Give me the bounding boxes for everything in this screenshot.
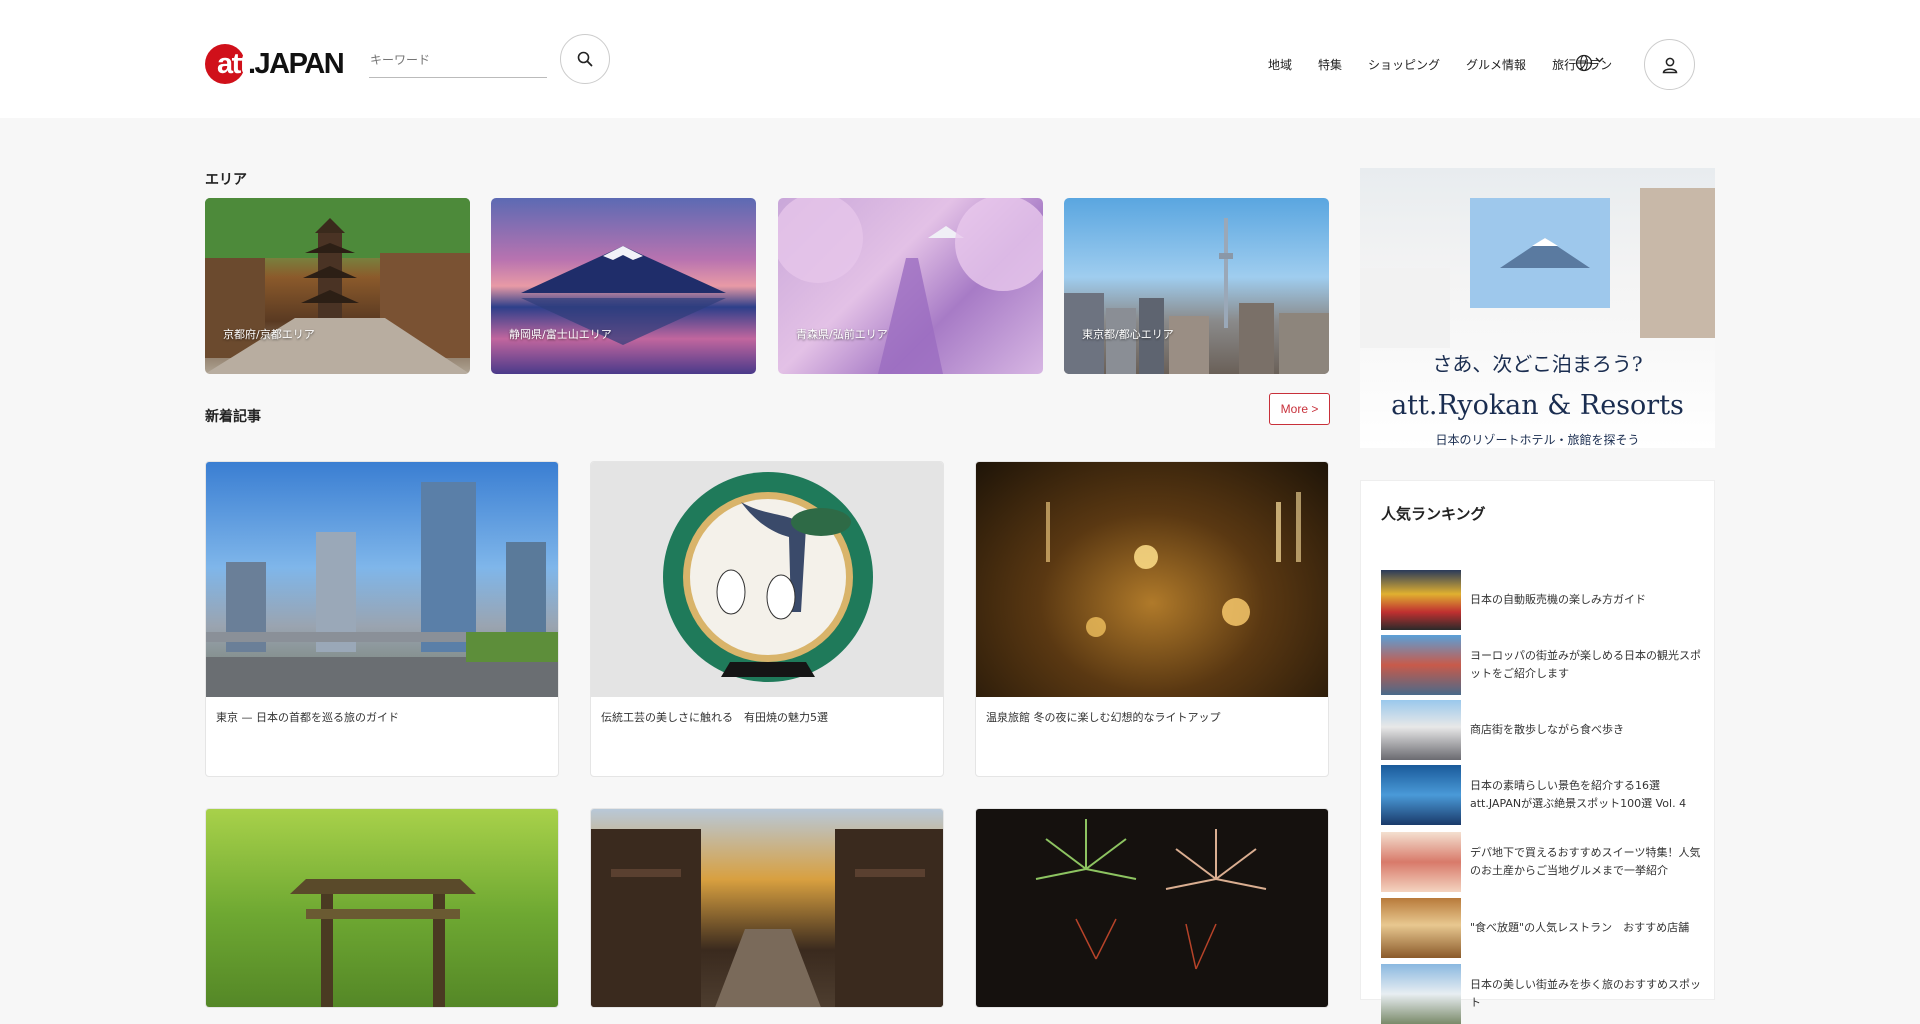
ranking-thumbnail [1381, 765, 1461, 825]
article-card[interactable]: 伝統工芸の美しさに触れる 有田焼の魅力5選 [590, 461, 944, 777]
ranking-item-title: ヨーロッパの街並みが楽しめる日本の観光スポットをご紹介します [1470, 649, 1701, 680]
site-header: att.JAPAN 地域 特集 ショッピング グルメ情報 旅行プラン [0, 0, 1920, 118]
search-input[interactable] [369, 48, 547, 78]
logo-text: att.JAPAN [217, 47, 345, 80]
language-selector[interactable] [1575, 53, 1607, 73]
ranking-panel: 人気ランキング 日本の自動販売機の楽しみ方ガイド ヨーロッパの街並みが楽しめる日… [1360, 480, 1715, 1024]
mount-fuji-image [521, 246, 726, 345]
area-card[interactable]: 青森県/弘前エリア [778, 198, 1043, 374]
ranking-item-title: デパ地下で買えるおすすめスイーツ特集！人気のお土産からご当地グルメまで一挙紹介 [1470, 846, 1701, 877]
area-card-label: 京都府/京都エリア [223, 328, 315, 341]
article-title: 東京 — 日本の首都を巡る旅のガイド [216, 711, 399, 724]
article-card[interactable] [975, 808, 1329, 1008]
ranking-item[interactable]: 日本の自動販売機の楽しみ方ガイド [1381, 570, 1701, 630]
tokyo-skyline-image [1064, 218, 1329, 374]
article-title: 温泉旅館 冬の夜に楽しむ幻想的なライトアップ [986, 711, 1221, 724]
nav-item-features[interactable]: 特集 [1318, 56, 1342, 73]
nav-item-region[interactable]: 地域 [1268, 56, 1292, 73]
areas-heading: エリア [205, 172, 247, 188]
ranking-thumbnail [1381, 964, 1461, 1024]
ad-subtitle: 日本のリゾートホテル・旅館を探そう [1435, 433, 1640, 447]
ranking-item-title: 日本の素晴らしい景色を紹介する16選att.JAPANが選ぶ絶景スポット100選… [1470, 779, 1687, 810]
ranking-thumbnail [1381, 635, 1461, 695]
ranking-thumbnail [1381, 898, 1461, 958]
area-card-label: 青森県/弘前エリア [796, 328, 888, 341]
chevron-down-icon [1595, 57, 1604, 62]
ranking-item[interactable]: 日本の美しい街並みを歩く旅のおすすめスポット [1381, 964, 1701, 1024]
article-title: 伝統工芸の美しさに触れる 有田焼の魅力5選 [601, 711, 828, 724]
cherry-blossom-image [778, 198, 1043, 374]
ranking-item[interactable]: デパ地下で買えるおすすめスイーツ特集！人気のお土産からご当地グルメまで一挙紹介 [1381, 832, 1701, 892]
article-image [591, 462, 943, 697]
account-button[interactable] [1644, 39, 1695, 90]
search-button[interactable] [560, 34, 610, 84]
article-card[interactable] [205, 808, 559, 1008]
article-image [206, 462, 558, 697]
ranking-heading: 人気ランキング [1381, 505, 1486, 523]
area-card[interactable]: 京都府/京都エリア [205, 198, 470, 374]
articles-heading: 新着記事 [205, 409, 261, 425]
area-card-label: 東京都/都心エリア [1082, 328, 1174, 341]
article-card[interactable]: 東京 — 日本の首都を巡る旅のガイド [205, 461, 559, 777]
ranking-item[interactable]: ヨーロッパの街並みが楽しめる日本の観光スポットをご紹介します [1381, 635, 1701, 695]
article-image [976, 809, 1328, 1007]
article-card[interactable] [590, 808, 944, 1008]
ranking-item-title: 商店街を散歩しながら食べ歩き [1470, 723, 1624, 736]
ranking-item[interactable]: 日本の素晴らしい景色を紹介する16選att.JAPANが選ぶ絶景スポット100選… [1381, 765, 1701, 825]
ad-banner[interactable]: さあ、次どこ泊まろう? att.Ryokan & Resorts 日本のリゾート… [1360, 168, 1715, 448]
area-card[interactable]: 東京都/都心エリア [1064, 198, 1329, 374]
nav-item-gourmet[interactable]: グルメ情報 [1466, 56, 1526, 73]
ranking-item-title: 日本の自動販売機の楽しみ方ガイド [1470, 593, 1646, 606]
pagoda-image [205, 198, 470, 374]
search-icon [577, 51, 593, 67]
ranking-item-title: "食べ放題"の人気レストラン おすすめ店舗 [1470, 921, 1690, 934]
ranking-thumbnail [1381, 570, 1461, 630]
globe-icon [1575, 54, 1593, 72]
area-card-label: 静岡県/富士山エリア [509, 328, 612, 341]
article-image [591, 809, 943, 1007]
ranking-thumbnail [1381, 832, 1461, 892]
ranking-thumbnail [1381, 700, 1461, 760]
nav-item-shopping[interactable]: ショッピング [1368, 56, 1440, 73]
site-logo[interactable]: att.JAPAN [205, 43, 345, 85]
article-card[interactable]: 温泉旅館 冬の夜に楽しむ幻想的なライトアップ [975, 461, 1329, 777]
ad-brand: att.Ryokan & Resorts [1391, 390, 1684, 421]
article-image [976, 462, 1328, 697]
ranking-item-title: 日本の美しい街並みを歩く旅のおすすめスポット [1470, 978, 1701, 1009]
ranking-item[interactable]: 商店街を散歩しながら食べ歩き [1381, 700, 1701, 760]
user-icon [1662, 57, 1677, 73]
more-articles-button[interactable]: More > [1269, 393, 1330, 425]
article-image [206, 809, 558, 1007]
ranking-item[interactable]: "食べ放題"の人気レストラン おすすめ店舗 [1381, 898, 1701, 958]
ad-tagline: さあ、次どこ泊まろう? [1432, 352, 1643, 376]
area-card[interactable]: 静岡県/富士山エリア [491, 198, 756, 374]
